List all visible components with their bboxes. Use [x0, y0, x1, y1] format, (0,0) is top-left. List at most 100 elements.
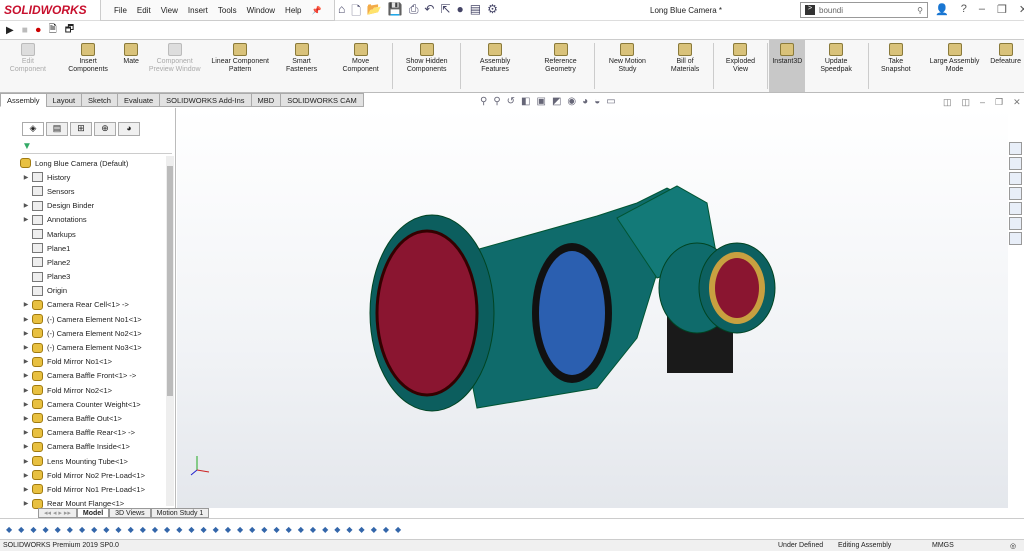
print-icon[interactable]: ⎙ [409, 2, 419, 23]
smart-icon[interactable]: ◆ [261, 525, 267, 534]
tree-item[interactable]: ▶ (-) Camera Element No1<1> [20, 312, 166, 326]
rebuild-icon[interactable]: ● [457, 2, 464, 23]
expand-arrow-icon[interactable]: ▶ [20, 216, 32, 223]
units-selector[interactable]: MMGS [932, 542, 954, 549]
expand-arrow-icon[interactable]: ▶ [20, 344, 32, 351]
edit-component-button[interactable]: Edit Component [0, 40, 56, 92]
display-manager-tab-icon[interactable]: ◕ [118, 122, 140, 136]
edit-appearance-icon[interactable]: ◕ [582, 96, 588, 107]
frame-icon[interactable]: ◆ [322, 525, 328, 534]
tab-assembly[interactable]: Assembly [0, 93, 47, 107]
select-other-icon[interactable]: ◆ [55, 525, 61, 534]
tab-mbd[interactable]: MBD [250, 93, 282, 107]
tree-item[interactable]: ▶ History [20, 170, 166, 184]
viewport-restore-button[interactable]: ❐ [995, 97, 1003, 108]
tab-sketch[interactable]: Sketch [81, 93, 118, 107]
view-orientation-icon[interactable]: ▣ [537, 96, 546, 107]
expand-arrow-icon[interactable]: ▶ [20, 372, 32, 379]
options-gear-icon[interactable]: ⚙ [487, 2, 498, 23]
expand-arrow-icon[interactable]: ▶ [20, 174, 32, 181]
tree-item[interactable]: Origin [20, 284, 166, 298]
display-icon[interactable]: ◆ [286, 525, 292, 534]
appearances-icon[interactable] [1009, 202, 1022, 215]
measure-icon[interactable]: ◆ [249, 525, 255, 534]
custom-properties-icon[interactable] [1009, 217, 1022, 230]
mate-button[interactable]: Mate [120, 40, 142, 92]
property-manager-tab-icon[interactable]: ▤ [46, 122, 68, 136]
tab-model[interactable]: Model [76, 508, 110, 518]
file-properties-icon[interactable]: ▤ [470, 2, 481, 23]
point2-icon[interactable]: ◆ [152, 525, 158, 534]
search-input[interactable]: > boundi ⚲ [800, 2, 928, 18]
zoom-fit-icon[interactable]: ⚲ [480, 96, 487, 107]
tree-item[interactable]: ▶ Camera Baffle Inside<1> [20, 440, 166, 454]
viewport-close-button[interactable]: ✕ [1013, 97, 1021, 108]
insert-components-button[interactable]: Insert Components [56, 40, 121, 92]
expand-arrow-icon[interactable]: ▶ [20, 458, 32, 465]
menu-tools[interactable]: Tools [213, 6, 242, 15]
tree-scrollbar[interactable] [166, 156, 174, 506]
tree-item[interactable]: Sensors [20, 184, 166, 198]
hide-show-icon[interactable]: ◉ [567, 96, 576, 107]
tree-item[interactable]: ▶ (-) Camera Element No2<1> [20, 326, 166, 340]
tree-item[interactable]: ▶ Lens Mounting Tube<1> [20, 454, 166, 468]
file-explorer-icon[interactable] [1009, 172, 1022, 185]
instant3d-button[interactable]: Instant3D [769, 40, 806, 92]
filter-vertices-icon[interactable]: ◆ [30, 525, 36, 534]
tab-solidworks-cam[interactable]: SOLIDWORKS CAM [280, 93, 364, 107]
filter-toggle-icon[interactable]: ◆ [18, 525, 24, 534]
scroll-thumb[interactable] [167, 166, 173, 396]
select-icon[interactable]: ◆ [42, 525, 48, 534]
expand-arrow-icon[interactable]: ▶ [20, 429, 32, 436]
expand-arrow-icon[interactable]: ▶ [20, 330, 32, 337]
select-icon[interactable]: ⇱ [440, 2, 450, 23]
resources-icon[interactable] [1009, 142, 1022, 155]
tree-item[interactable]: ▶ Camera Rear Cell<1> -> [20, 298, 166, 312]
tile-left-icon[interactable]: ◫ [943, 97, 952, 108]
search-icon[interactable]: ⚲ [917, 6, 923, 15]
tree-item[interactable]: ▶ Fold Mirror No2<1> [20, 383, 166, 397]
undo-icon[interactable]: ↶ [424, 2, 434, 23]
move-component-button[interactable]: Move Component [330, 40, 391, 92]
open-icon[interactable]: 📂 [367, 2, 382, 23]
configuration-tab-icon[interactable]: ⊞ [70, 122, 92, 136]
save-icon[interactable]: 💾 [388, 2, 403, 23]
point-icon[interactable]: ◆ [67, 525, 73, 534]
tree-item[interactable]: ▶ Camera Baffle Rear<1> -> [20, 426, 166, 440]
defeature-button[interactable]: Defeature [987, 40, 1024, 92]
bill-of-materials-button[interactable]: Bill of Materials [659, 40, 712, 92]
help-icon[interactable]: ? [961, 3, 967, 16]
view-settings-icon[interactable]: ▭ [606, 96, 615, 107]
expand-arrow-icon[interactable]: ▶ [20, 202, 32, 209]
probe-icon[interactable]: ◆ [359, 525, 365, 534]
home-icon[interactable]: ⌂ [338, 2, 345, 23]
menu-help[interactable]: Help [280, 6, 306, 15]
zoom-area-icon[interactable]: ⚲ [493, 96, 500, 107]
expand-arrow-icon[interactable]: ▶ [20, 358, 32, 365]
expand-arrow-icon[interactable]: ▶ [20, 301, 32, 308]
tree-item[interactable]: Plane1 [20, 241, 166, 255]
solidworks-logo[interactable]: SOLIDWORKS [4, 3, 87, 17]
rebuild-status-icon[interactable]: ◎ [1010, 542, 1016, 550]
graphics-area[interactable] [177, 108, 1008, 508]
section-icon[interactable]: ◆ [273, 525, 279, 534]
plane-icon[interactable]: ◆ [103, 525, 109, 534]
tab-solidworks-add-ins[interactable]: SOLIDWORKS Add-Ins [159, 93, 252, 107]
feature-tree-tab-icon[interactable]: ◈ [22, 122, 44, 136]
cylinder-icon[interactable]: ◆ [115, 525, 121, 534]
viewport-minimize-button[interactable]: – [980, 97, 985, 108]
large-assembly-mode-button[interactable]: Large Assembly Mode [922, 40, 987, 92]
sketch-icon[interactable]: ◆ [164, 525, 170, 534]
menu-insert[interactable]: Insert [183, 6, 213, 15]
axis-icon[interactable]: ◆ [140, 525, 146, 534]
tree-item[interactable]: ▶ Camera Baffle Front<1> -> [20, 369, 166, 383]
tree-item[interactable]: Plane3 [20, 270, 166, 284]
tree-item[interactable]: ▶ (-) Camera Element No3<1> [20, 340, 166, 354]
macro-new-icon[interactable]: 🗎 [49, 22, 57, 39]
plate-icon[interactable]: ◆ [310, 525, 316, 534]
menu-view[interactable]: View [156, 6, 183, 15]
mass-icon[interactable]: ◆ [298, 525, 304, 534]
take-snapshot-button[interactable]: Take Snapshot [870, 40, 922, 92]
filter-icon[interactable]: ◆ [6, 525, 12, 534]
tree-item[interactable]: ▶ Design Binder [20, 199, 166, 213]
